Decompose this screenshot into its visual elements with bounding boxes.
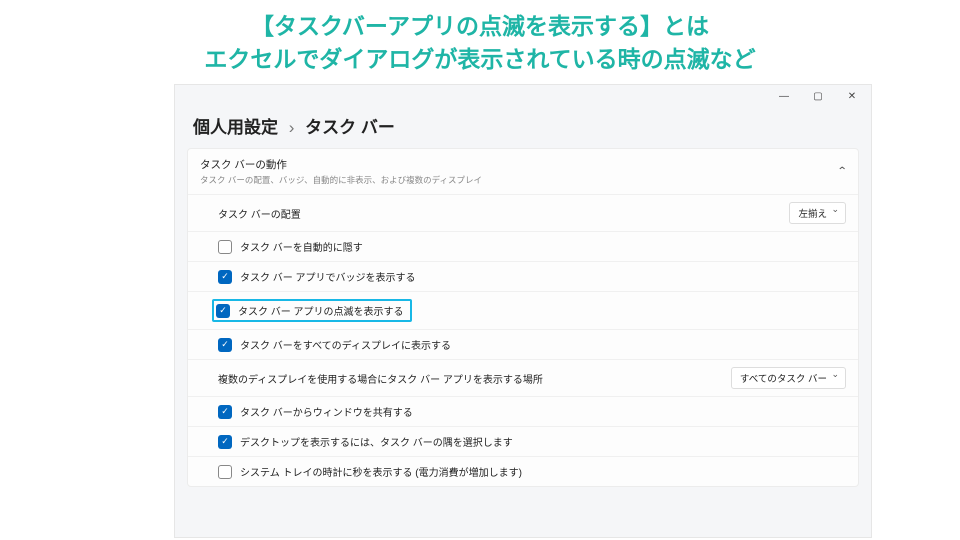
highlight-box: ✓ タスク バー アプリの点滅を表示する bbox=[212, 299, 412, 322]
chevron-up-icon: ⌃ bbox=[836, 166, 847, 177]
row-all-displays: ✓ タスク バーをすべてのディスプレイに表示する bbox=[188, 329, 858, 359]
breadcrumb-sep: › bbox=[289, 118, 295, 137]
annotation-banner: 【タスクバーアプリの点滅を表示する】とは エクセルでダイアログが表示されている時… bbox=[0, 0, 960, 83]
banner-line-1: 【タスクバーアプリの点滅を表示する】とは bbox=[0, 10, 960, 43]
select-multi-display[interactable]: すべてのタスク バー bbox=[731, 367, 846, 389]
breadcrumb-current: タスク バー bbox=[305, 118, 395, 137]
row-clock-seconds: システム トレイの時計に秒を表示する (電力消費が増加します) bbox=[188, 456, 858, 486]
checkbox-all-displays[interactable]: ✓ bbox=[218, 338, 232, 352]
panel-subtitle: タスク バーの配置、バッジ、自動的に非表示、および複数のディスプレイ bbox=[200, 174, 482, 186]
label-badges: タスク バー アプリでバッジを表示する bbox=[240, 269, 416, 284]
label-clock-seconds: システム トレイの時計に秒を表示する (電力消費が増加します) bbox=[240, 464, 522, 479]
minimize-button[interactable]: ― bbox=[775, 91, 793, 102]
close-button[interactable]: ✕ bbox=[843, 91, 861, 102]
checkbox-flash[interactable]: ✓ bbox=[216, 304, 230, 318]
row-alignment: タスク バーの配置 左揃え bbox=[188, 194, 858, 231]
panel-header[interactable]: タスク バーの動作 タスク バーの配置、バッジ、自動的に非表示、および複数のディ… bbox=[188, 149, 858, 194]
checkbox-clock-seconds[interactable] bbox=[218, 465, 232, 479]
checkbox-show-desktop[interactable]: ✓ bbox=[218, 435, 232, 449]
label-all-displays: タスク バーをすべてのディスプレイに表示する bbox=[240, 337, 451, 352]
breadcrumb-parent[interactable]: 個人用設定 bbox=[193, 118, 278, 137]
row-show-desktop: ✓ デスクトップを表示するには、タスク バーの隅を選択します bbox=[188, 426, 858, 456]
label-multi-display: 複数のディスプレイを使用する場合にタスク バー アプリを表示する場所 bbox=[218, 371, 543, 386]
row-share-window: ✓ タスク バーからウィンドウを共有する bbox=[188, 396, 858, 426]
label-share-window: タスク バーからウィンドウを共有する bbox=[240, 404, 413, 419]
label-show-desktop: デスクトップを表示するには、タスク バーの隅を選択します bbox=[240, 434, 513, 449]
label-flash: タスク バー アプリの点滅を表示する bbox=[238, 303, 404, 318]
banner-line-2: エクセルでダイアログが表示されている時の点滅など bbox=[0, 43, 960, 76]
row-autohide: タスク バーを自動的に隠す bbox=[188, 231, 858, 261]
checkbox-autohide[interactable] bbox=[218, 240, 232, 254]
label-alignment: タスク バーの配置 bbox=[218, 206, 301, 221]
titlebar: ― ▢ ✕ bbox=[175, 85, 871, 107]
row-multi-display: 複数のディスプレイを使用する場合にタスク バー アプリを表示する場所 すべてのタ… bbox=[188, 359, 858, 396]
row-flash: ✓ タスク バー アプリの点滅を表示する bbox=[188, 291, 858, 329]
settings-window: ― ▢ ✕ 個人用設定 › タスク バー タスク バーの動作 タスク バーの配置… bbox=[174, 84, 872, 538]
label-autohide: タスク バーを自動的に隠す bbox=[240, 239, 363, 254]
checkbox-share-window[interactable]: ✓ bbox=[218, 405, 232, 419]
maximize-button[interactable]: ▢ bbox=[809, 91, 827, 102]
select-alignment[interactable]: 左揃え bbox=[789, 202, 846, 224]
checkbox-badges[interactable]: ✓ bbox=[218, 270, 232, 284]
panel-title: タスク バーの動作 bbox=[200, 157, 482, 172]
taskbar-behavior-panel: タスク バーの動作 タスク バーの配置、バッジ、自動的に非表示、および複数のディ… bbox=[187, 148, 859, 487]
row-badges: ✓ タスク バー アプリでバッジを表示する bbox=[188, 261, 858, 291]
breadcrumb: 個人用設定 › タスク バー bbox=[175, 107, 871, 148]
